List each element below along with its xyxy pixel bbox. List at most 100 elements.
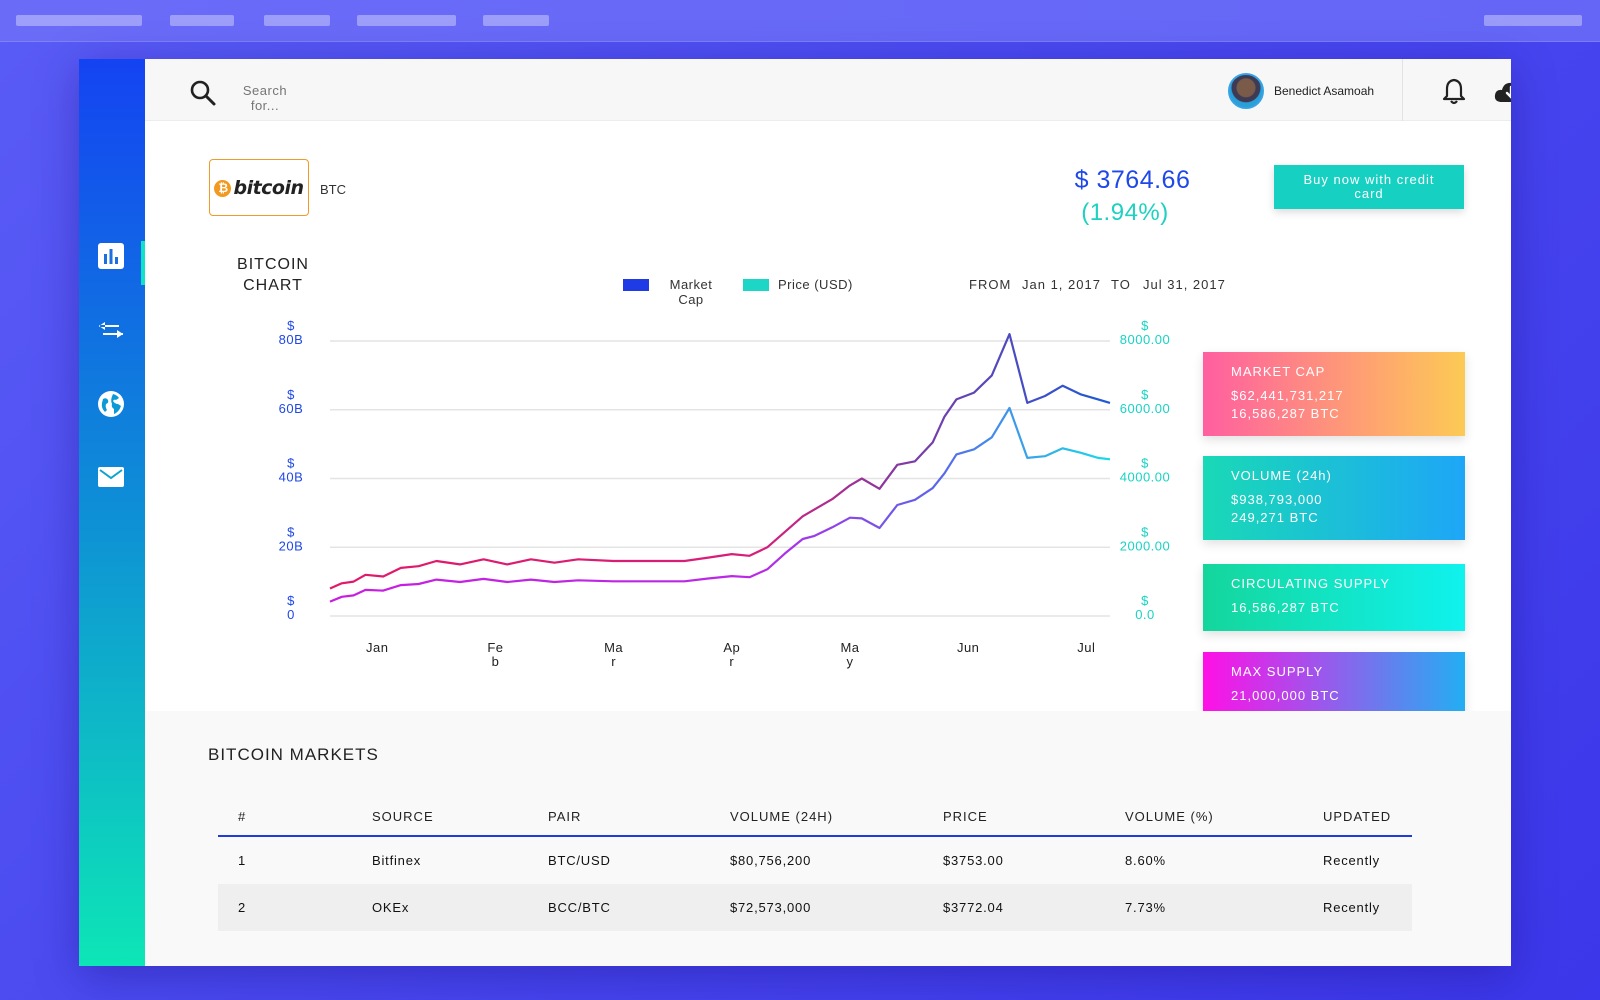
legend-market-cap[interactable]: Market Cap (623, 277, 721, 307)
sidebar-item-charts[interactable] (96, 241, 126, 271)
stat-value: 21,000,000 BTC (1231, 688, 1340, 703)
coin-price: $ 3764.66 (1074, 166, 1191, 194)
coin-overview: ₿ bitcoin BTC $ 3764.66 (1.94%) Buy now w… (145, 121, 1511, 719)
legend-label-price: Price (USD) (778, 277, 853, 292)
app-header: Benedict Asamoah (145, 59, 1511, 121)
sidebar-item-messages[interactable] (96, 462, 126, 492)
buy-credit-card-button[interactable]: Buy now with credit card (1274, 165, 1464, 209)
markets-section: BITCOIN MARKETS # SOURCE PAIR VOLUME (24H) P… (145, 711, 1511, 966)
date-to-label: TO (1111, 277, 1131, 292)
table-cell: $72,573,000 (730, 900, 812, 915)
search-icon[interactable] (189, 79, 217, 107)
x-tick-label: Ma r (604, 640, 623, 669)
table-row[interactable]: 1 Bitfinex BTC/USD $80,756,200 $3753.00 8.60%… (218, 837, 1412, 884)
stat-title: MAX SUPPLY (1231, 664, 1324, 679)
chart-title: BITCOIN CHART (237, 256, 309, 294)
globe-icon (98, 391, 124, 417)
app-window: Benedict Asamoah ₿bitcoin BTC $ 3764.66 … (79, 59, 1511, 966)
bitcoin-logo: ₿ bitcoin (209, 159, 309, 216)
table-cell: 1 (238, 853, 247, 868)
y-tick-label-right: $4000.00 (1120, 456, 1171, 485)
legend-swatch-market-cap (623, 279, 649, 291)
sidebar (79, 59, 145, 966)
y-tick-label-right: $8000.00 (1120, 318, 1171, 347)
table-cell: BCC/BTC (548, 900, 611, 915)
column-header[interactable]: PAIR (548, 797, 581, 835)
column-header[interactable]: SOURCE (372, 797, 434, 835)
market-cap-series-line[interactable] (329, 333, 1111, 590)
markets-title: BITCOIN MARKETS (208, 745, 379, 764)
table-cell: 7.73% (1125, 900, 1166, 915)
browser-top-bar (0, 0, 1600, 42)
user-name[interactable]: Benedict Asamoah (1274, 84, 1374, 98)
table-cell: $80,756,200 (730, 853, 812, 868)
y-tick-label-right: $2000.00 (1120, 524, 1171, 553)
table-cell: $3772.04 (943, 900, 1004, 915)
browser-placeholder-bar (357, 15, 456, 26)
markets-table: # SOURCE PAIR VOLUME (24H) PRICE VOLUME (%) UP… (218, 797, 1412, 931)
date-to-value[interactable]: Jul 31, 2017 (1143, 277, 1226, 292)
bitcoin-line-chart[interactable]: $0 $ 0.0 $ 20B $ 2000.00 $ 40B $ 4000.00 $ 60B $ 6000.… (185, 316, 1175, 676)
stat-title: VOLUME (24h) (1231, 468, 1332, 483)
legend-swatch-price (743, 279, 769, 291)
table-cell: $3753.00 (943, 853, 1004, 868)
price-series-line[interactable] (329, 406, 1111, 603)
browser-placeholder-bar (483, 15, 549, 26)
y-tick-label-left: $40B (279, 456, 304, 485)
table-cell: Recently (1323, 900, 1380, 915)
x-tick-label: Fe b (487, 640, 503, 669)
x-tick-label: Ma y (840, 640, 859, 669)
bell-icon[interactable] (1441, 77, 1467, 105)
column-header[interactable]: PRICE (943, 797, 988, 835)
stat-value: $62,441,731,217 (1231, 388, 1344, 403)
stat-title: MARKET CAP (1231, 364, 1326, 379)
y-tick-label-right: $0.0 (1135, 593, 1155, 622)
stat-value: 249,271 BTC (1231, 510, 1319, 525)
circulating-supply-card[interactable]: CIRCULATING SUPPLY 16,586,287 BTC (1203, 564, 1465, 631)
search-input[interactable] (235, 83, 295, 113)
x-tick-label: Jun (957, 640, 979, 655)
legend-label-market-cap: Market Cap (669, 277, 713, 307)
sidebar-item-exchange[interactable] (96, 315, 126, 345)
y-tick-label-right: $6000.00 (1120, 387, 1171, 416)
max-supply-card[interactable]: MAX SUPPLY 21,000,000 BTC (1203, 652, 1465, 719)
table-cell: 8.60% (1125, 853, 1166, 868)
column-header[interactable]: # (238, 797, 246, 835)
browser-placeholder-bar (264, 15, 330, 26)
volume-card[interactable]: VOLUME (24h) $938,793,000 249,271 BTC (1203, 456, 1465, 540)
date-from-value[interactable]: Jan 1, 2017 (1022, 277, 1101, 292)
x-tick-label: Jan (366, 640, 388, 655)
y-tick-label-left: $0 (287, 593, 295, 622)
y-tick-label-left: $60B (279, 387, 304, 416)
y-tick-label-left: $80B (279, 318, 304, 347)
x-tick-label: Jul (1077, 640, 1095, 655)
table-cell: BTC/USD (548, 853, 611, 868)
mail-icon (98, 467, 124, 487)
market-cap-card[interactable]: MARKET CAP $62,441,731,217 16,586,287 BTC (1203, 352, 1465, 436)
stat-value: $938,793,000 (1231, 492, 1323, 507)
browser-placeholder-bar (1484, 15, 1582, 26)
stat-value: 16,586,287 BTC (1231, 600, 1340, 615)
table-cell: Bitfinex (372, 853, 422, 868)
sidebar-item-world[interactable] (96, 389, 126, 419)
column-header[interactable]: VOLUME (%) (1125, 797, 1214, 835)
cloud-download-icon[interactable] (1493, 79, 1511, 105)
column-header[interactable]: UPDATED (1323, 797, 1391, 835)
date-from-label: FROM (969, 277, 1012, 292)
coin-ticker: BTC (320, 182, 346, 197)
bar-chart-icon (98, 243, 124, 269)
header-divider (1402, 59, 1403, 121)
bitcoin-symbol-icon: ₿ (214, 179, 232, 197)
table-cell: OKEx (372, 900, 410, 915)
browser-placeholder-bar (16, 15, 142, 26)
table-cell: 2 (238, 900, 247, 915)
table-row[interactable]: 2 OKEx BCC/BTC $72,573,000 $3772.04 7.73% Rece… (218, 884, 1412, 931)
y-tick-label-left: $20B (279, 524, 304, 553)
avatar[interactable] (1228, 73, 1264, 109)
logo-text: bitcoin (233, 176, 304, 199)
browser-placeholder-bar (170, 15, 234, 26)
swap-arrows-icon (99, 322, 123, 338)
table-cell: Recently (1323, 853, 1380, 868)
legend-price[interactable]: Price (USD) (743, 277, 853, 292)
column-header[interactable]: VOLUME (24H) (730, 797, 833, 835)
